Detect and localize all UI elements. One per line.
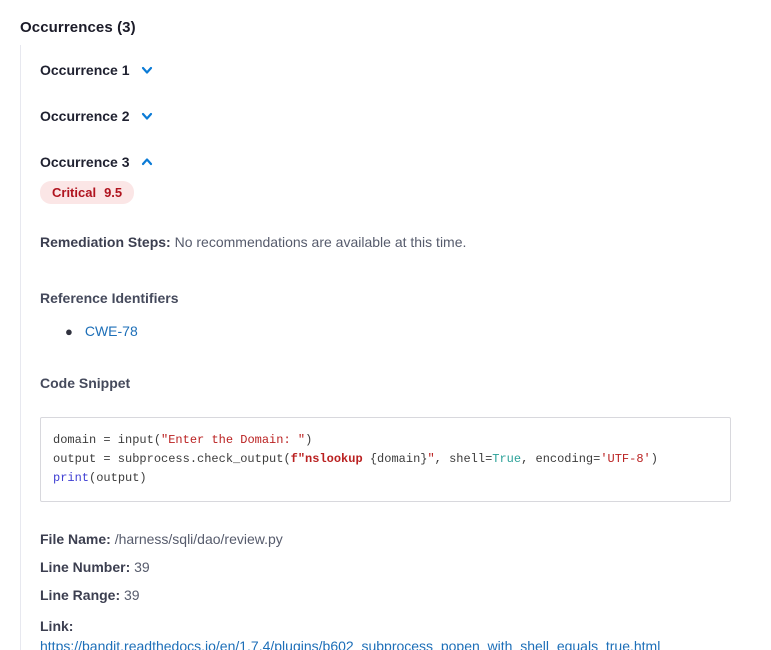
reference-identifiers-heading: Reference Identifiers xyxy=(40,290,771,306)
list-item: ● CWE-78 xyxy=(65,323,771,339)
severity-score: 9.5 xyxy=(104,185,122,200)
file-name-value: /harness/sqli/dao/review.py xyxy=(115,531,283,547)
code-snippet-heading: Code Snippet xyxy=(40,375,771,391)
occurrence-fields: File Name: /harness/sqli/dao/review.py L… xyxy=(40,532,771,650)
code-snippet-box: domain = input("Enter the Domain: ") out… xyxy=(40,417,731,502)
file-name-label: File Name: xyxy=(40,531,111,547)
line-number-row: Line Number: 39 xyxy=(40,560,771,575)
occurrence-1-header[interactable]: Occurrence 1 xyxy=(40,62,154,78)
cwe-link[interactable]: CWE-78 xyxy=(85,323,138,339)
reference-identifiers-list: ● CWE-78 xyxy=(65,323,771,339)
line-number-value: 39 xyxy=(134,559,150,575)
chevron-up-icon[interactable] xyxy=(140,155,154,169)
code-snippet: domain = input("Enter the Domain: ") out… xyxy=(53,431,718,488)
chevron-down-icon[interactable] xyxy=(140,63,154,77)
link-row: Link: https://bandit.readthedocs.io/en/1… xyxy=(40,616,771,650)
occurrence-2-header[interactable]: Occurrence 2 xyxy=(40,108,154,124)
file-name-row: File Name: /harness/sqli/dao/review.py xyxy=(40,532,771,547)
link-label: Link: xyxy=(40,618,73,634)
severity-level: Critical xyxy=(52,185,96,200)
line-number-label: Line Number: xyxy=(40,559,130,575)
occurrences-panel: Occurrences (3) Occurrence 1 Occurrence … xyxy=(0,0,771,650)
bandit-docs-link[interactable]: https://bandit.readthedocs.io/en/1.7.4/p… xyxy=(40,636,660,650)
occurrence-2-label: Occurrence 2 xyxy=(40,108,130,124)
occurrence-3-header[interactable]: Occurrence 3 xyxy=(40,154,154,170)
remediation-label: Remediation Steps: xyxy=(40,234,171,250)
remediation-steps: Remediation Steps: No recommendations ar… xyxy=(40,234,771,250)
occurrence-1-label: Occurrence 1 xyxy=(40,62,130,78)
line-range-row: Line Range: 39 xyxy=(40,588,771,603)
remediation-text: No recommendations are available at this… xyxy=(175,234,467,250)
line-range-value: 39 xyxy=(124,587,140,603)
chevron-down-icon[interactable] xyxy=(140,109,154,123)
left-guide-line xyxy=(20,45,21,650)
severity-badge: Critical 9.5 xyxy=(40,181,134,204)
occurrence-3-label: Occurrence 3 xyxy=(40,154,130,170)
occurrences-content: Occurrence 1 Occurrence 2 Occurrence 3 C… xyxy=(40,62,771,650)
page-title: Occurrences (3) xyxy=(20,19,136,36)
line-range-label: Line Range: xyxy=(40,587,120,603)
bullet-icon: ● xyxy=(65,324,73,339)
